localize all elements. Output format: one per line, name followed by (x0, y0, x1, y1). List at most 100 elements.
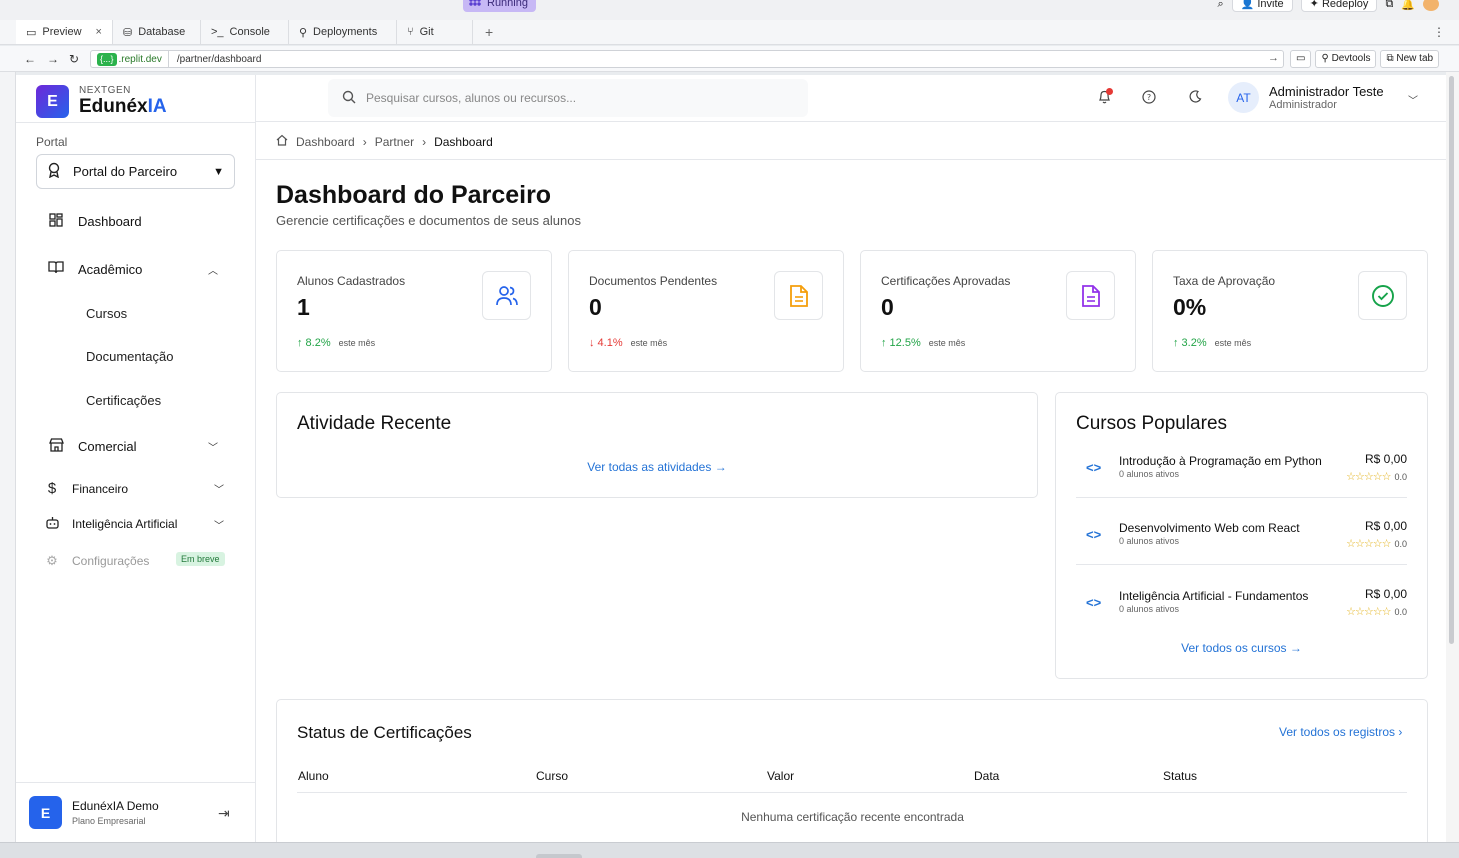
chevron-right-icon: › (422, 134, 427, 149)
breadcrumb-current: Dashboard (434, 134, 493, 149)
url-path: /partner/dashboard (176, 53, 262, 65)
sidebar-item-comercial[interactable]: Comercial ﹀ (48, 438, 218, 455)
empty-state: Nenhuma certificação recente encontrada (741, 810, 964, 824)
forward-arrow-icon[interactable]: → (47, 52, 59, 66)
column-header-status: Status (1163, 769, 1198, 783)
header: Pesquisar cursos, alunos ou recursos... … (256, 75, 1446, 122)
stat-trend: ↑ 8.2% este mês (297, 337, 376, 349)
sidebar-item-cursos[interactable]: Cursos (86, 306, 127, 321)
stat-trend: ↑ 3.2% este mês (1173, 337, 1252, 349)
git-icon: ⑂ (406, 26, 414, 38)
tab-console[interactable]: >_ Console (201, 20, 289, 44)
portal-select[interactable]: Portal do Parceiro ▼ (36, 154, 235, 189)
profile-avatar-icon[interactable] (1423, 0, 1439, 11)
stat-value: 1 (297, 294, 310, 320)
logout-icon[interactable]: ⇥ (218, 805, 230, 822)
brand-logo: E (36, 85, 69, 118)
more-options-icon[interactable]: ⋮ (1433, 25, 1445, 39)
course-students: 0 alunos ativos (1119, 469, 1180, 479)
home-icon[interactable] (276, 134, 288, 149)
tab-deployments[interactable]: ⚲ Deployments (289, 20, 397, 44)
bell-icon[interactable]: 🔔 (1401, 0, 1415, 11)
url-host: {...} .replit.dev (91, 51, 169, 67)
sidebar-item-configuracoes: ⚙ Configurações (44, 553, 149, 569)
portal-label: Portal (36, 135, 68, 149)
course-price: R$ 0,00 (1364, 519, 1407, 533)
database-icon: ⛁ (122, 26, 133, 39)
terminal-icon: >_ (210, 26, 224, 38)
redeploy-button[interactable]: ✦ Redeploy (1300, 0, 1378, 12)
avatar: AT (1228, 82, 1259, 113)
sidebar-footer: E EdunéxIA Demo Plano Empresarial (29, 796, 159, 829)
book-open-icon (48, 261, 64, 277)
dollar-icon: $ (47, 480, 57, 497)
add-tab-button[interactable]: + (473, 20, 505, 44)
close-icon[interactable]: × (96, 26, 102, 38)
tab-preview[interactable]: ▭ Preview × (16, 20, 113, 44)
tab-git[interactable]: ⑂ Git (397, 20, 473, 44)
robot-icon (44, 516, 60, 532)
scrollbar-thumb[interactable] (1449, 76, 1454, 644)
screen-icon[interactable]: ▭ (1290, 50, 1312, 68)
sidebar-item-academico[interactable]: Acadêmico ︿ (48, 261, 218, 277)
gear-icon: ⚙ (46, 553, 58, 568)
app-frame: E NEXTGEN EdunéxIA Portal Portal do Parc… (16, 75, 1446, 842)
sidebar-item-ia[interactable]: Inteligência Artificial ﹀ (44, 516, 224, 532)
go-arrow-icon[interactable]: → (1268, 52, 1279, 64)
reload-icon[interactable]: ↻ (69, 52, 79, 66)
invite-button[interactable]: 👤 Invite (1231, 0, 1293, 12)
divider (1076, 497, 1407, 498)
list-item[interactable]: <> Introdução à Programação em Python 0 … (1076, 444, 1407, 511)
list-item[interactable]: <> Inteligência Artificial - Fundamentos… (1076, 579, 1407, 646)
stat-label: Alunos Cadastrados (297, 274, 406, 288)
breadcrumb-partner[interactable]: Partner (375, 135, 414, 149)
sidebar-item-certificacoes[interactable]: Certificações (86, 393, 161, 408)
breadcrumb-dashboard[interactable]: Dashboard (296, 135, 355, 149)
search-icon[interactable]: ⌕ (1217, 0, 1223, 11)
scrollbar[interactable] (1446, 72, 1459, 858)
chevron-down-icon: ﹀ (208, 443, 218, 454)
code-icon: <> (1086, 595, 1102, 610)
chevron-down-icon[interactable]: ﹀ (1408, 92, 1418, 107)
devtools-button[interactable]: ⚲ Devtools (1315, 50, 1377, 68)
help-icon[interactable]: ? (1142, 90, 1156, 107)
brand[interactable]: E NEXTGEN EdunéxIA (36, 85, 167, 118)
brand-small: NEXTGEN (79, 85, 131, 96)
stat-card-certificacoes: Certificações Aprovadas 0 ↑ 12.5% este mê… (860, 250, 1136, 372)
stat-trend: ↑ 12.5% este mês (881, 337, 966, 349)
open-external-icon[interactable]: ⧉ (1385, 0, 1393, 11)
running-icon (469, 0, 481, 6)
divider (1076, 564, 1407, 565)
course-price: R$ 0,00 (1364, 452, 1407, 466)
back-arrow-icon[interactable]: ← (24, 52, 36, 66)
search-input[interactable]: Pesquisar cursos, alunos ou recursos... (328, 79, 808, 117)
bottom-handle[interactable] (536, 854, 582, 858)
stat-value: 0 (589, 294, 602, 320)
rating-stars: ☆☆☆☆☆ 0.0 (1346, 538, 1407, 550)
moon-icon[interactable] (1189, 90, 1202, 106)
view-all-records-link[interactable]: Ver todos os registros › (1279, 725, 1402, 739)
view-all-activities-link[interactable]: Ver todas as atividades → (587, 460, 726, 474)
new-tab-button[interactable]: ⧉ New tab (1380, 50, 1440, 68)
view-all-courses-link[interactable]: Ver todos os cursos → (1181, 641, 1302, 655)
list-item[interactable]: <> Desenvolvimento Web com React 0 aluno… (1076, 511, 1407, 578)
chevron-down-icon: ﹀ (214, 520, 224, 532)
sidebar-item-financeiro[interactable]: $ Financeiro ﹀ (44, 480, 224, 497)
certificate-icon (1066, 271, 1115, 320)
search-icon (342, 90, 356, 107)
divider (16, 122, 256, 123)
tab-database[interactable]: ⛁ Database (113, 20, 201, 44)
user-role: Administrador (1269, 99, 1337, 111)
code-icon: <> (1086, 460, 1102, 475)
url-input[interactable]: {...} .replit.dev /partner/dashboard → (90, 50, 1284, 68)
left-panel-strip (0, 72, 16, 858)
user-menu[interactable]: AT Administrador Teste Administrador (1228, 82, 1384, 113)
avatar: E (29, 796, 62, 829)
sidebar-item-dashboard[interactable]: Dashboard (48, 213, 142, 230)
rating-stars: ☆☆☆☆☆ 0.0 (1346, 606, 1407, 618)
store-icon (48, 438, 64, 455)
running-status[interactable]: Running (463, 0, 536, 12)
sidebar-item-documentacao[interactable]: Documentação (86, 349, 173, 364)
replit-tabs: ▭ Preview × ⛁ Database >_ Console ⚲ Depl… (0, 20, 1459, 45)
course-title: Desenvolvimento Web com React (1119, 521, 1300, 535)
